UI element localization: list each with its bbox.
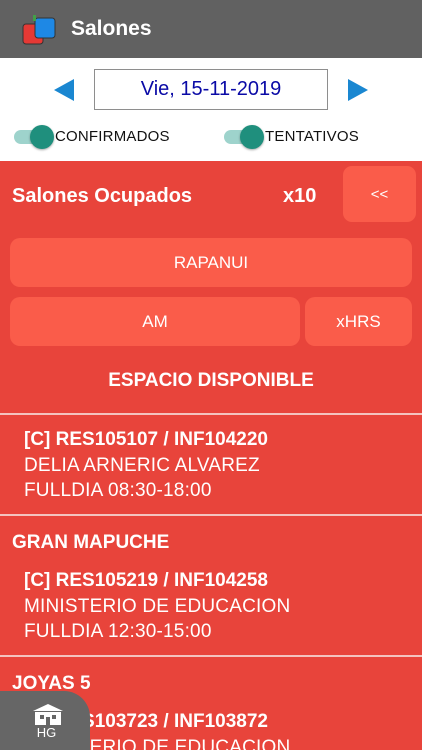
app-title: Salones: [71, 17, 152, 40]
room-group-title: GRAN MAPUCHE: [12, 532, 170, 553]
app-logo-icon: [22, 15, 56, 45]
reservation-client: MINISTERIO DE EDUCACION: [24, 596, 291, 617]
prev-day-arrow-icon[interactable]: [54, 79, 74, 101]
fab-label: HG: [36, 725, 57, 740]
occupied-count: x10: [283, 185, 317, 207]
home-fab-button[interactable]: HG: [0, 691, 90, 750]
free-space-label: ESPACIO DISPONIBLE: [108, 370, 314, 391]
app-bar: Salones: [0, 0, 422, 58]
section-title: Salones Ocupados: [12, 185, 193, 207]
reservation-code: [C] RES105107 / INF104220: [24, 429, 268, 450]
period-button[interactable]: AM: [10, 297, 300, 346]
tentative-label: TENTATIVOS: [265, 128, 359, 145]
date-bar: Vie, 15-11-2019 CONFIRMADOS TENTATIVOS: [0, 58, 422, 161]
reservation-code: [C] RES105219 / INF104258: [24, 570, 268, 591]
toggle-thumb: [240, 125, 264, 149]
building-icon: [33, 704, 63, 725]
reservation-schedule: FULLDIA 08:30-18:00: [24, 480, 212, 501]
next-day-arrow-icon[interactable]: [348, 79, 368, 101]
divider: [0, 655, 422, 657]
back-button[interactable]: <<: [343, 166, 416, 222]
hours-button[interactable]: xHRS: [305, 297, 412, 346]
occupied-header: Salones Ocupados x10 <<: [0, 161, 422, 229]
room-button[interactable]: RAPANUI: [10, 238, 412, 287]
confirmed-label: CONFIRMADOS: [55, 128, 170, 145]
divider: [0, 413, 422, 415]
reservation-client: DELIA ARNERIC ALVAREZ: [24, 455, 260, 476]
reservation-schedule: FULLDIA 12:30-15:00: [24, 621, 212, 642]
toggle-thumb: [30, 125, 54, 149]
divider: [0, 514, 422, 516]
date-field[interactable]: Vie, 15-11-2019: [94, 69, 328, 110]
